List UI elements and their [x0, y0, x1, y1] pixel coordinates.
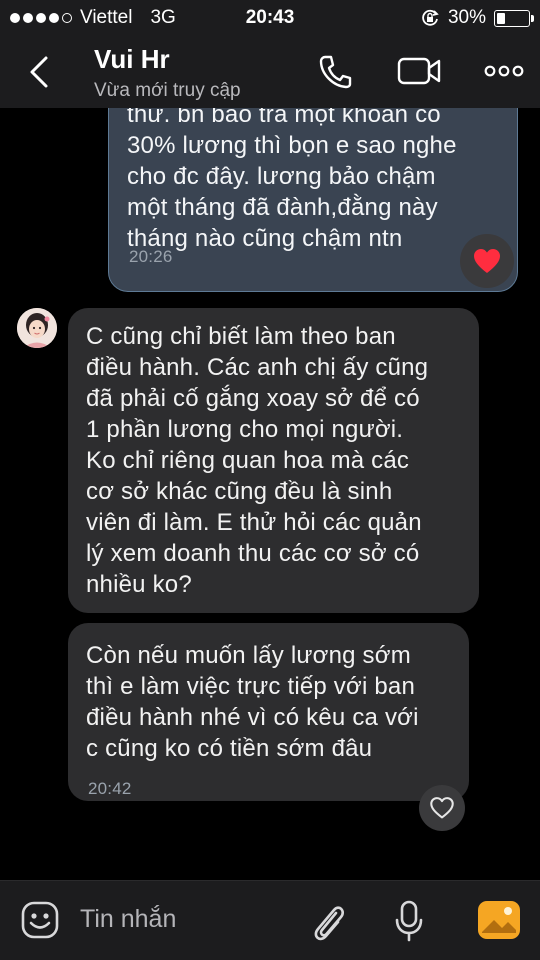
incoming-message[interactable]: Còn nếu muốn lấy lương sớm thì e làm việ…	[68, 623, 469, 801]
outgoing-message[interactable]: thư. bn bảo trả một khoản có 30% lương t…	[108, 108, 518, 292]
message-time: 20:26	[129, 247, 173, 266]
message-list[interactable]: thư. bn bảo trả một khoản có 30% lương t…	[0, 108, 540, 880]
message-input[interactable]	[80, 903, 280, 935]
chat-screen: Viettel 3G 20:43 30% Vui Hr Vừa mới truy…	[0, 0, 540, 960]
battery-icon	[494, 9, 534, 27]
back-button[interactable]	[22, 52, 58, 92]
avatar[interactable]	[17, 308, 57, 348]
status-bar: Viettel 3G 20:43 30%	[0, 0, 540, 36]
paperclip-icon	[314, 906, 344, 941]
chat-header: Vui Hr Vừa mới truy cập	[0, 36, 540, 108]
react-button[interactable]	[419, 785, 465, 831]
microphone-icon	[395, 900, 423, 942]
message-input-bar	[0, 880, 540, 960]
photo-button[interactable]	[476, 899, 522, 946]
message-text: Còn nếu muốn lấy lương sớm thì e làm việ…	[86, 642, 419, 762]
more-options-button[interactable]	[484, 64, 524, 83]
heart-icon	[474, 249, 500, 273]
contact-status: Vừa mới truy cập	[94, 80, 241, 101]
rotation-lock-icon	[422, 9, 439, 26]
message-text: thư. bn bảo trả một khoản có 30% lương t…	[127, 108, 457, 252]
voice-message-button[interactable]	[394, 899, 424, 948]
incoming-message[interactable]: C cũng chỉ biết làm theo ban điều hành. …	[68, 308, 479, 613]
video-camera-icon	[397, 57, 441, 85]
message-reaction[interactable]	[460, 234, 514, 288]
chevron-left-icon	[30, 56, 48, 88]
message-text: C cũng chỉ biết làm theo ban điều hành. …	[86, 323, 429, 598]
voice-call-button[interactable]	[318, 54, 352, 95]
emoji-icon	[21, 901, 59, 939]
attach-button[interactable]	[308, 899, 348, 948]
heart-outline-icon	[430, 797, 454, 819]
avatar-image	[17, 308, 57, 348]
sticker-button[interactable]	[20, 900, 60, 945]
phone-icon	[319, 55, 352, 89]
message-time: 20:42	[88, 779, 132, 798]
video-call-button[interactable]	[396, 54, 442, 93]
more-dots-icon	[484, 65, 524, 77]
battery-percent: 30%	[447, 7, 486, 28]
contact-name[interactable]: Vui Hr	[94, 44, 170, 75]
image-icon	[478, 901, 520, 939]
